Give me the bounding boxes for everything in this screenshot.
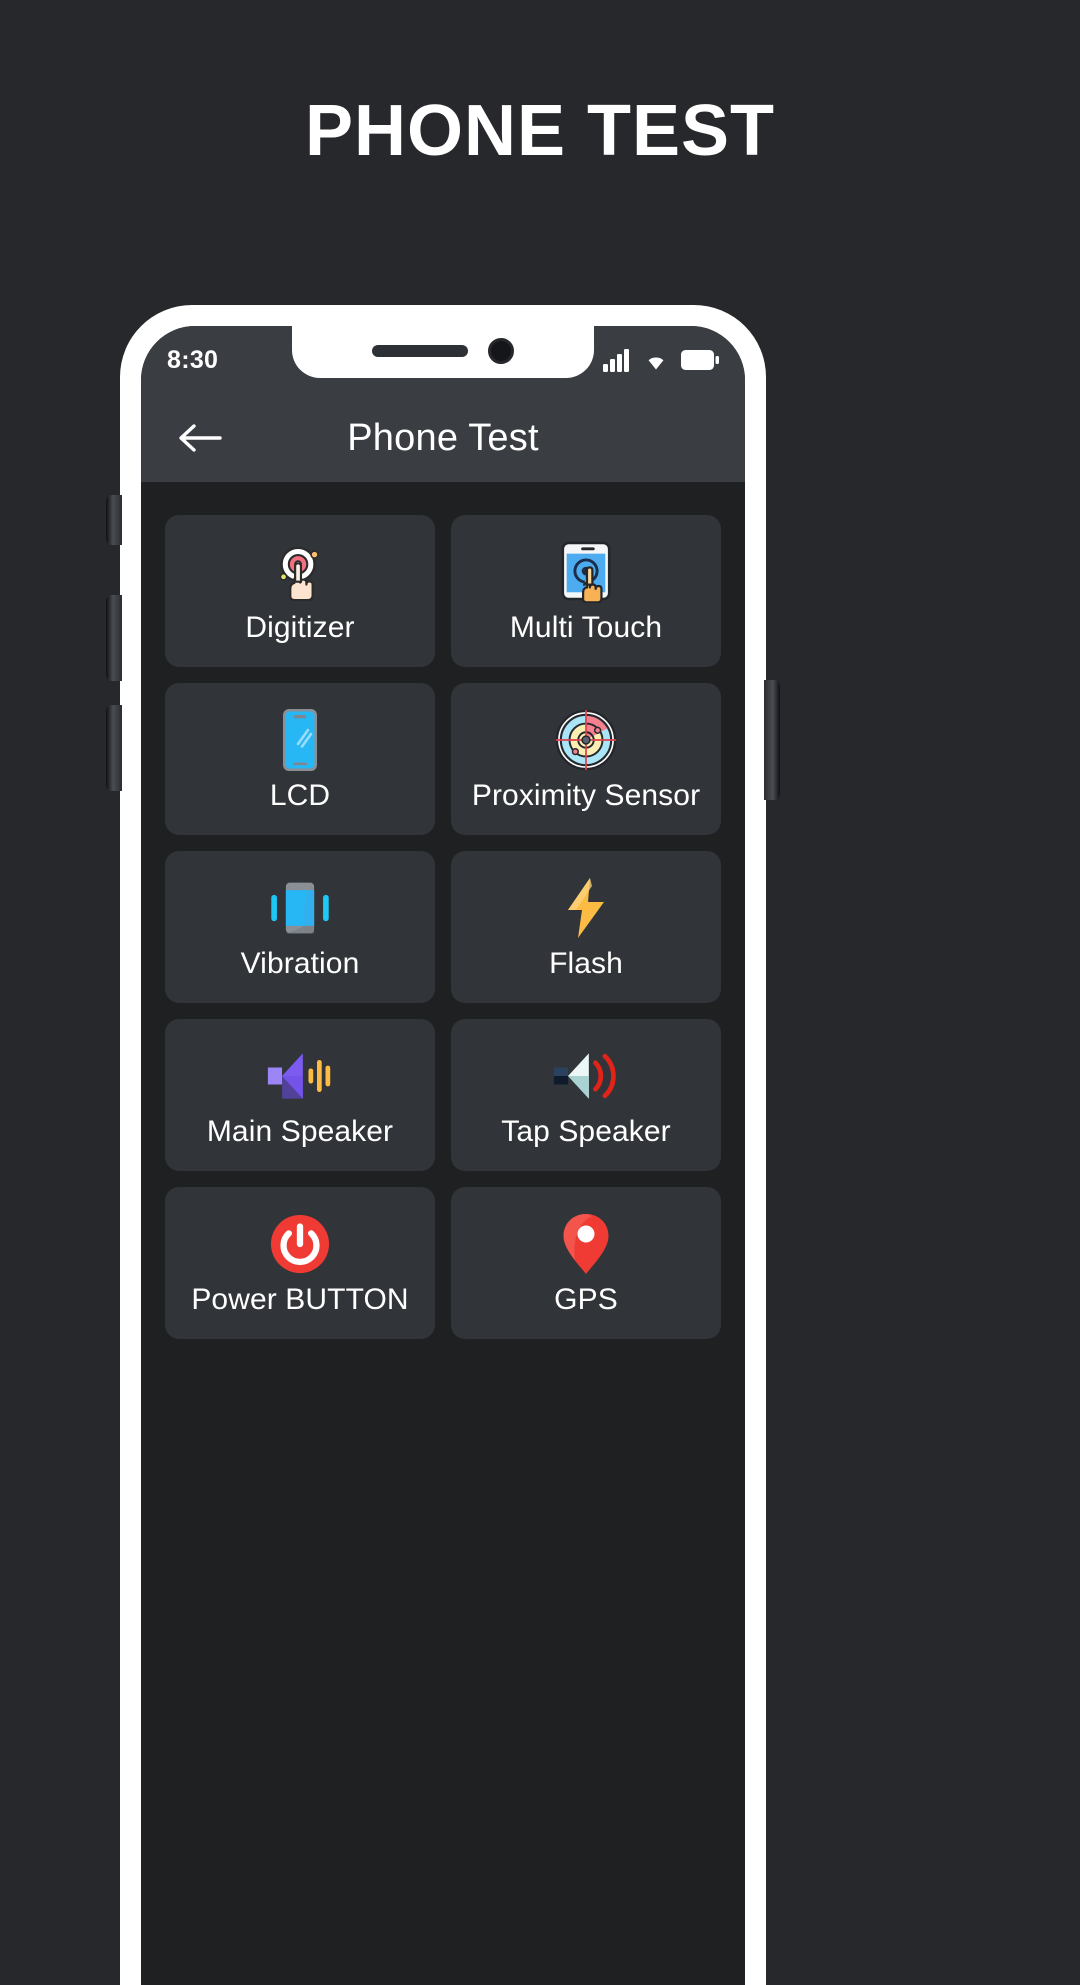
tile-label: LCD: [269, 779, 331, 812]
tile-tap-speaker[interactable]: Tap Speaker: [451, 1019, 721, 1171]
tile-multi-touch[interactable]: Multi Touch: [451, 515, 721, 667]
proximity-radar-icon: [555, 707, 617, 773]
status-bar-clock: 8:30: [167, 345, 219, 374]
tile-flash[interactable]: Flash: [451, 851, 721, 1003]
status-bar: 8:30: [141, 326, 745, 394]
app-bar: Phone Test: [141, 394, 745, 482]
gps-pin-icon: [562, 1211, 610, 1277]
tap-speaker-icon: [552, 1043, 620, 1109]
front-camera-icon: [488, 338, 514, 364]
tile-label: Tap Speaker: [501, 1115, 671, 1148]
multi-touch-icon: [558, 539, 614, 605]
tile-label: Multi Touch: [509, 611, 663, 644]
tile-label: Power BUTTON: [191, 1283, 409, 1316]
tile-label: Flash: [549, 947, 623, 980]
tile-digitizer[interactable]: Digitizer: [165, 515, 435, 667]
battery-icon: [681, 350, 719, 370]
lcd-screen-icon: [278, 707, 322, 773]
main-speaker-icon: [266, 1043, 334, 1109]
volume-up-button[interactable]: [106, 595, 122, 681]
tile-gps[interactable]: GPS: [451, 1187, 721, 1339]
phone-device-frame: 8:30 Phone Test Digitizer Multi Touch LC…: [106, 305, 780, 1985]
status-bar-indicators: [603, 348, 719, 372]
tile-lcd[interactable]: LCD: [165, 683, 435, 835]
mute-switch-button[interactable]: [106, 495, 122, 545]
digitizer-touch-icon: [269, 539, 331, 605]
tile-label: GPS: [554, 1283, 618, 1316]
flash-bolt-icon: [562, 875, 610, 941]
earpiece-speaker-icon: [372, 345, 468, 357]
tile-proximity-sensor[interactable]: Proximity Sensor: [451, 683, 721, 835]
volume-down-button[interactable]: [106, 705, 122, 791]
tile-label: Digitizer: [245, 611, 355, 644]
wifi-icon: [648, 357, 664, 370]
app-bar-title: Phone Test: [347, 416, 539, 459]
tile-label: Main Speaker: [206, 1115, 394, 1148]
power-button-icon: [269, 1211, 331, 1277]
back-button[interactable]: [171, 410, 227, 466]
phone-screen: 8:30 Phone Test Digitizer Multi Touch LC…: [141, 326, 745, 1985]
page-title: PHONE TEST: [304, 91, 776, 171]
test-grid: Digitizer Multi Touch LCD Proximity Sens…: [165, 515, 721, 1339]
tile-label: Vibration: [240, 947, 360, 980]
tile-power-button[interactable]: Power BUTTON: [165, 1187, 435, 1339]
test-list-container: Digitizer Multi Touch LCD Proximity Sens…: [141, 482, 745, 1985]
tile-label: Proximity Sensor: [471, 779, 701, 812]
tile-main-speaker[interactable]: Main Speaker: [165, 1019, 435, 1171]
power-side-button[interactable]: [764, 680, 780, 800]
arrow-left-icon: [179, 424, 222, 452]
vibration-icon: [268, 875, 332, 941]
tile-vibration[interactable]: Vibration: [165, 851, 435, 1003]
phone-notch: [292, 326, 594, 378]
signal-icon: [603, 349, 629, 372]
